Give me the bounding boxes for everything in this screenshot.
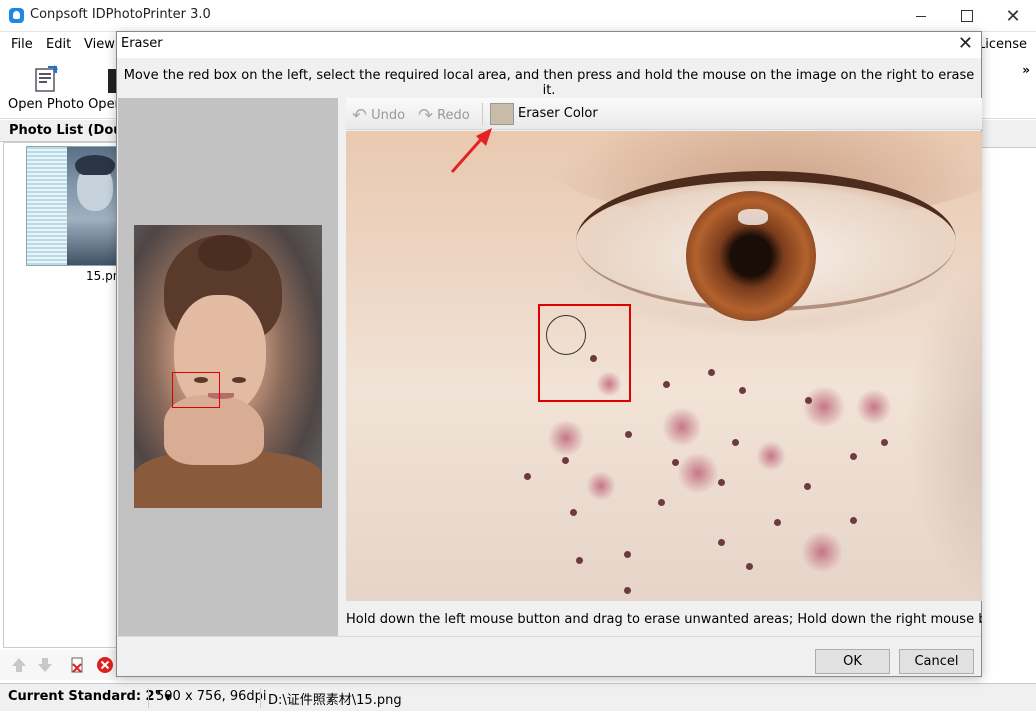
- menu-file[interactable]: File: [11, 37, 33, 52]
- undo-icon: ↶: [352, 105, 368, 126]
- app-logo-icon: [9, 8, 24, 23]
- freckle: [663, 381, 670, 388]
- photo-list-tools: [0, 650, 118, 680]
- selection-box[interactable]: [172, 372, 220, 408]
- overview-pane: [118, 98, 338, 636]
- freckle: [546, 421, 586, 455]
- canvas-iris: [686, 191, 816, 321]
- undo-button[interactable]: ↶ Undo: [352, 105, 405, 126]
- freckle: [524, 473, 531, 480]
- menu-view[interactable]: View: [84, 37, 115, 52]
- current-standard-label: Current Standard: 2": [8, 689, 162, 704]
- freckle: [625, 431, 632, 438]
- delete-photo-icon[interactable]: [68, 656, 86, 674]
- toolbar-overflow-icon[interactable]: »: [1022, 63, 1030, 77]
- zoomed-edit-canvas[interactable]: [346, 131, 982, 601]
- app-title: Conpsoft IDPhotoPrinter 3.0: [30, 7, 211, 22]
- dialog-titlebar: Eraser ✕: [117, 32, 981, 58]
- status-bar: Current Standard: 2" ▼ 500 x 756, 96dpi D…: [0, 683, 1036, 711]
- freckle: [739, 387, 746, 394]
- open-photo-label: Open Photo: [8, 97, 84, 112]
- eraser-brush-cursor: [546, 315, 586, 355]
- freckle: [732, 439, 739, 446]
- open-photo-icon: [35, 65, 58, 92]
- eraser-color-swatch[interactable]: [490, 103, 514, 125]
- image-path: D:\证件照素材\15.png: [268, 693, 402, 708]
- freckle: [718, 479, 725, 486]
- freckle: [676, 453, 720, 493]
- photo-eye-right: [232, 377, 246, 383]
- status-divider: [148, 688, 149, 708]
- freckle: [662, 407, 702, 447]
- dialog-instruction: Move the red box on the left, select the…: [123, 68, 975, 98]
- ok-button[interactable]: OK: [815, 649, 890, 674]
- minimize-button[interactable]: [898, 0, 944, 32]
- zoom-selection-box: [538, 304, 631, 402]
- freckle: [718, 539, 725, 546]
- photo-list-title: Photo List (Doubl: [0, 120, 118, 142]
- cancel-button[interactable]: Cancel: [899, 649, 974, 674]
- eraser-color-label[interactable]: Eraser Color: [518, 106, 598, 121]
- photo-list: 15.png: [3, 142, 128, 648]
- freckle: [756, 441, 786, 471]
- eraser-toolbar: ↶ Undo ↷ Redo Eraser Color: [346, 98, 982, 130]
- redo-label: Redo: [437, 108, 470, 123]
- dialog-title: Eraser: [121, 36, 163, 51]
- freckle: [624, 587, 631, 594]
- photo-thumbnail[interactable]: [26, 146, 120, 266]
- freckle: [746, 563, 753, 570]
- freckle: [801, 387, 847, 427]
- annotation-arrow-icon: [450, 128, 492, 173]
- freckle: [586, 471, 616, 501]
- maximize-button[interactable]: [944, 0, 990, 32]
- down-arrow-icon[interactable]: [36, 656, 54, 674]
- freckle: [624, 551, 631, 558]
- current-standard-selector[interactable]: Current Standard: 2" ▼: [8, 689, 171, 704]
- photo-hair-bun: [198, 235, 252, 271]
- right-panel-header: [982, 120, 1036, 148]
- freckle: [804, 483, 811, 490]
- redo-icon: ↷: [418, 105, 434, 126]
- thumbnail-image: [67, 147, 119, 265]
- toolbar-divider: [482, 103, 483, 125]
- freckle: [576, 557, 583, 564]
- freckle: [850, 453, 857, 460]
- overview-photo[interactable]: [134, 225, 322, 508]
- freckle: [856, 389, 892, 425]
- freckle: [562, 457, 569, 464]
- status-divider: [260, 688, 261, 708]
- freckle: [658, 499, 665, 506]
- close-icon[interactable]: ✕: [958, 33, 973, 54]
- freckle: [570, 509, 577, 516]
- undo-label: Undo: [371, 108, 406, 123]
- freckle: [805, 397, 812, 404]
- freckle: [881, 439, 888, 446]
- remove-icon[interactable]: [96, 656, 114, 674]
- window-close-button[interactable]: ✕: [990, 0, 1036, 32]
- freckle: [850, 517, 857, 524]
- redo-button[interactable]: ↷ Redo: [418, 105, 470, 126]
- app-titlebar: Conpsoft IDPhotoPrinter 3.0 ✕: [0, 0, 1036, 32]
- open-photo-button[interactable]: Open Photo: [8, 63, 84, 112]
- menu-license[interactable]: License: [978, 37, 1027, 52]
- freckle: [774, 519, 781, 526]
- image-dimensions: 500 x 756, 96dpi: [156, 689, 267, 704]
- freckle: [801, 531, 843, 573]
- freckle: [708, 369, 715, 376]
- eraser-dialog: Eraser ✕ Move the red box on the left, s…: [116, 31, 982, 677]
- freckle: [672, 459, 679, 466]
- dialog-footer: OK Cancel: [117, 636, 981, 676]
- up-arrow-icon[interactable]: [10, 656, 28, 674]
- menu-edit[interactable]: Edit: [46, 37, 71, 52]
- eraser-hint: Hold down the left mouse button and drag…: [346, 612, 982, 627]
